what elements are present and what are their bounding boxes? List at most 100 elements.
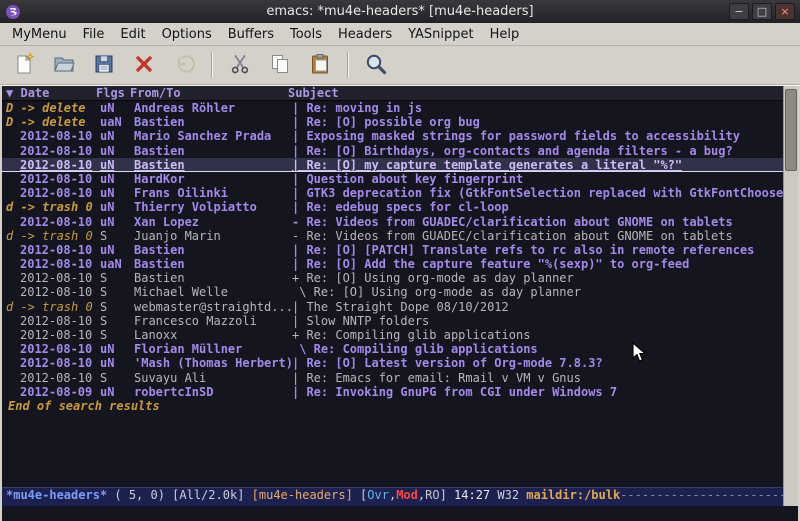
menu-item-buffers[interactable]: Buffers	[220, 24, 282, 45]
message-date: 2012-08-10	[6, 186, 100, 200]
close-button[interactable]	[128, 49, 160, 81]
column-header-date[interactable]: ▼ Date	[2, 86, 96, 100]
empty-buffer-space	[2, 414, 783, 487]
message-subject: | Re: [O] possible org bug	[292, 115, 783, 129]
modeline-segment-ovr: Ovr	[367, 488, 389, 502]
message-row[interactable]: 2012-08-09uNrobertcInSD| Re: Invoking Gn…	[2, 385, 783, 399]
search-button[interactable]	[360, 49, 392, 81]
menu-item-headers[interactable]: Headers	[330, 24, 400, 45]
paste-button[interactable]	[304, 49, 336, 81]
menu-item-mymenu[interactable]: MyMenu	[4, 24, 75, 45]
message-from: Bastien	[134, 243, 292, 257]
copy-button[interactable]	[264, 49, 296, 81]
message-subject: | Re: Invoking GnuPG from CGI under Wind…	[292, 385, 783, 399]
message-from: Mario Sanchez Prada	[134, 129, 292, 143]
message-date: D -> delete	[6, 101, 100, 115]
message-flags: uN	[100, 243, 134, 257]
message-row[interactable]: 2012-08-10uaNBastien| Re: [O] Add the ca…	[2, 257, 783, 271]
message-row[interactable]: 2012-08-10uNBastien| Re: [O] [PATCH] Tra…	[2, 243, 783, 257]
message-row[interactable]: 2012-08-10SFrancesco Mazzoli| Slow NNTP …	[2, 314, 783, 328]
message-date: 2012-08-10	[6, 129, 100, 143]
scrollbar[interactable]	[783, 86, 798, 506]
message-date: 2012-08-10	[6, 215, 100, 229]
message-flags: uaN	[100, 115, 134, 129]
menu-bar: MyMenuFileEditOptionsBuffersToolsHeaders…	[0, 23, 800, 46]
cut-icon	[228, 52, 252, 79]
message-from: Michael Welle	[134, 285, 292, 299]
message-from: Bastien	[134, 144, 292, 158]
message-row[interactable]: 2012-08-10uNBastien| Re: [O] Birthdays, …	[2, 144, 783, 158]
message-subject: \ Re: [O] Using org-mode as day planner	[292, 285, 783, 299]
message-from: webmaster@straightd...	[134, 300, 292, 314]
message-flags: uN	[100, 172, 134, 186]
message-row[interactable]: d -> trash 0uNThierry Volpiatto| Re: ede…	[2, 200, 783, 214]
message-date: 2012-08-10	[6, 314, 100, 328]
modeline-segment-mod: Mod	[396, 488, 418, 502]
close-button[interactable]: ×	[775, 3, 795, 20]
modeline-segment-dashes: ----------------------------------------…	[620, 488, 783, 502]
main-area: ▼ Date Flgs From/To Subject D -> deleteu…	[0, 85, 800, 506]
message-row[interactable]: 2012-08-10SBastien+ Re: [O] Using org-mo…	[2, 271, 783, 285]
menu-item-edit[interactable]: Edit	[112, 24, 153, 45]
message-flags: uN	[100, 129, 134, 143]
message-flags: uN	[100, 200, 134, 214]
column-header-from[interactable]: From/To	[130, 86, 288, 100]
message-row[interactable]: d -> trash 0SJuanjo Marin- Re: Videos fr…	[2, 229, 783, 243]
column-header-flags[interactable]: Flgs	[96, 86, 130, 100]
message-subject: | Re: [O] my capture template generates …	[292, 158, 783, 171]
message-date: 2012-08-10	[6, 342, 100, 356]
search-icon	[364, 52, 388, 79]
save-button[interactable]	[88, 49, 120, 81]
message-flags: uN	[100, 215, 134, 229]
message-row[interactable]: 2012-08-10SMichael Welle \ Re: [O] Using…	[2, 285, 783, 299]
message-date: 2012-08-10	[6, 371, 100, 385]
message-subject: | Re: [O] Add the capture feature "%(sex…	[292, 257, 783, 271]
message-row[interactable]: 2012-08-10uNBastien| Re: [O] my capture …	[2, 158, 783, 172]
new-file-button[interactable]	[8, 49, 40, 81]
scrollbar-thumb[interactable]	[785, 89, 797, 171]
modeline-segment-plain: ( 5, 0) [All/2.0k]	[107, 488, 252, 502]
column-header-subject[interactable]: Subject	[288, 86, 783, 100]
message-row[interactable]: d -> trash 0Swebmaster@straightd...| The…	[2, 300, 783, 314]
message-flags: uN	[100, 186, 134, 200]
message-row[interactable]: D -> deleteuaNBastien| Re: [O] possible …	[2, 115, 783, 129]
modeline-segment-maildir: maildir:/bulk	[526, 488, 620, 502]
message-from: Bastien	[134, 257, 292, 271]
message-flags: S	[100, 328, 134, 342]
message-row[interactable]: 2012-08-10uNMario Sanchez Prada| Exposin…	[2, 129, 783, 143]
menu-item-help[interactable]: Help	[482, 24, 528, 45]
message-date: 2012-08-10	[6, 285, 100, 299]
message-row[interactable]: 2012-08-10uNFlorian Müllner \ Re: Compil…	[2, 342, 783, 356]
menu-item-file[interactable]: File	[75, 24, 113, 45]
message-row[interactable]: 2012-08-10SSuvayu Ali| Re: Emacs for ema…	[2, 371, 783, 385]
menu-item-tools[interactable]: Tools	[282, 24, 330, 45]
message-row[interactable]: 2012-08-10uNFrans Oilinki| GTK3 deprecat…	[2, 186, 783, 200]
message-date: 2012-08-09	[6, 385, 100, 399]
message-subject: + Re: Compiling glib applications	[292, 328, 783, 342]
message-subject: | Slow NNTP folders	[292, 314, 783, 328]
message-row[interactable]: 2012-08-10uNHardKor| Question about key …	[2, 172, 783, 186]
message-subject: | Re: [O] Latest version of Org-mode 7.8…	[292, 356, 783, 370]
message-row[interactable]: 2012-08-10uN'Mash (Thomas Herbert)| Re: …	[2, 356, 783, 370]
mode-line: *mu4e-headers* ( 5, 0) [All/2.0k] [mu4e-…	[2, 487, 783, 506]
menu-item-options[interactable]: Options	[154, 24, 220, 45]
message-from: Frans Oilinki	[134, 186, 292, 200]
message-from: Lanoxx	[134, 328, 292, 342]
copy-icon	[268, 52, 292, 79]
message-row[interactable]: 2012-08-10SLanoxx+ Re: Compiling glib ap…	[2, 328, 783, 342]
message-flags: S	[100, 371, 134, 385]
message-subject: | Exposing masked strings for password f…	[292, 129, 783, 143]
maximize-button[interactable]: □	[752, 3, 772, 20]
cut-button[interactable]	[224, 49, 256, 81]
message-subject: - Re: Videos from GUADEC/clarification a…	[292, 215, 783, 229]
message-row[interactable]: D -> deleteuNAndreas Röhler| Re: moving …	[2, 101, 783, 115]
message-row[interactable]: 2012-08-10uNXan Lopez- Re: Videos from G…	[2, 215, 783, 229]
open-file-button[interactable]	[48, 49, 80, 81]
undo-button[interactable]	[168, 49, 200, 81]
minimize-button[interactable]: −	[729, 3, 749, 20]
message-list: D -> deleteuNAndreas Röhler| Re: moving …	[2, 101, 783, 399]
menu-item-yasnippet[interactable]: YASnippet	[400, 24, 482, 45]
paste-icon	[308, 52, 332, 79]
modeline-segment-plain: W32	[490, 488, 526, 502]
modeline-segment-plain: [	[353, 488, 367, 502]
